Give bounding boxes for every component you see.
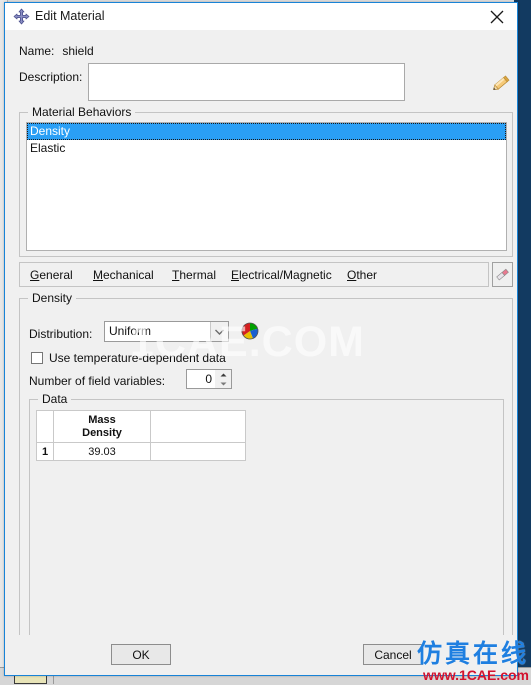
description-label: Description: [19,70,83,84]
column-header-mass-density: Mass Density [53,410,151,443]
density-group: Density Distribution: Uniform Use temper… [19,291,513,664]
material-name-value: shield [62,44,94,58]
dialog-title: Edit Material [35,9,105,23]
field-variables-value: 0 [205,372,212,386]
menu-item-thermal[interactable]: Thermal [172,267,216,283]
ok-button[interactable]: OK [111,644,171,665]
description-input[interactable] [88,63,405,101]
column-header-line2: Density [82,426,122,439]
material-behaviors-group: Material Behaviors Density Elastic [19,105,513,257]
edit-material-dialog: Edit Material Name: shield Description: [4,2,518,676]
spinner-up-icon[interactable] [215,370,231,379]
list-item-elastic[interactable]: Elastic [27,140,506,157]
table-row[interactable]: 1 39.03 [36,442,246,461]
material-behaviors-list[interactable]: Density Elastic [26,122,507,251]
row-number-cell: 1 [36,442,54,461]
cell-blank [150,442,246,461]
material-name-row: Name: shield [19,42,94,60]
menu-electrical-rest: lectrical/Magnetic [239,268,332,282]
pencil-icon[interactable] [489,71,513,95]
menu-mechanical-rest: echanical [103,268,154,282]
material-behaviors-title: Material Behaviors [28,105,136,119]
data-group-title: Data [38,392,72,406]
material-name-label: Name: [19,44,55,58]
menu-general-mnemonic: G [30,268,40,282]
distribution-select[interactable]: Uniform [104,321,229,342]
dialog-titlebar: Edit Material [5,3,517,30]
material-category-menubar: General Mechanical Thermal Electrical/Ma… [19,262,489,287]
menu-item-mechanical[interactable]: Mechanical [93,267,154,283]
temperature-dependent-label: Use temperature-dependent data [49,351,226,365]
spinner-down-icon[interactable] [215,379,231,388]
distribution-label: Distribution: [29,327,93,341]
field-variables-spin-buttons[interactable] [215,370,231,388]
menu-item-other[interactable]: Other [347,267,377,283]
menu-item-general[interactable]: General [30,267,73,283]
field-variables-stepper[interactable]: 0 [186,369,232,389]
menu-item-electrical-magnetic[interactable]: Electrical/Magnetic [231,267,332,283]
close-icon[interactable] [477,3,517,30]
column-header-line1: Mass [88,413,116,426]
temperature-dependent-checkbox[interactable] [31,352,43,364]
menu-other-rest: ther [356,268,378,282]
eraser-icon[interactable] [492,262,513,287]
table-header-row: Mass Density [36,410,246,443]
dialog-footer: OK Cancel [5,635,517,675]
distribution-value: Uniform [109,324,152,338]
density-group-title: Density [28,291,77,305]
color-palette-icon[interactable] [240,321,260,341]
list-item-density[interactable]: Density [27,123,506,140]
table-corner-cell [36,410,54,443]
dialog-body: Name: shield Description: Material Behavi… [5,30,517,675]
menu-other-mnemonic: O [347,268,357,282]
cell-mass-density[interactable]: 39.03 [53,442,151,461]
column-header-blank [150,410,246,443]
menu-electrical-mnemonic: E [231,268,240,282]
cancel-button[interactable]: Cancel [363,644,423,665]
menu-thermal-rest: hermal [179,268,217,282]
abaqus-diamond-icon [13,8,30,25]
menu-general-rest: eneral [39,268,73,282]
density-data-table[interactable]: Mass Density 1 39.03 [36,410,246,461]
temperature-dependent-row[interactable]: Use temperature-dependent data [31,351,226,365]
field-variables-label: Number of field variables: [29,374,166,388]
menu-mechanical-mnemonic: M [93,268,103,282]
chevron-down-icon[interactable] [210,322,228,341]
data-group: Data Mass Density 1 39.03 [29,392,504,654]
